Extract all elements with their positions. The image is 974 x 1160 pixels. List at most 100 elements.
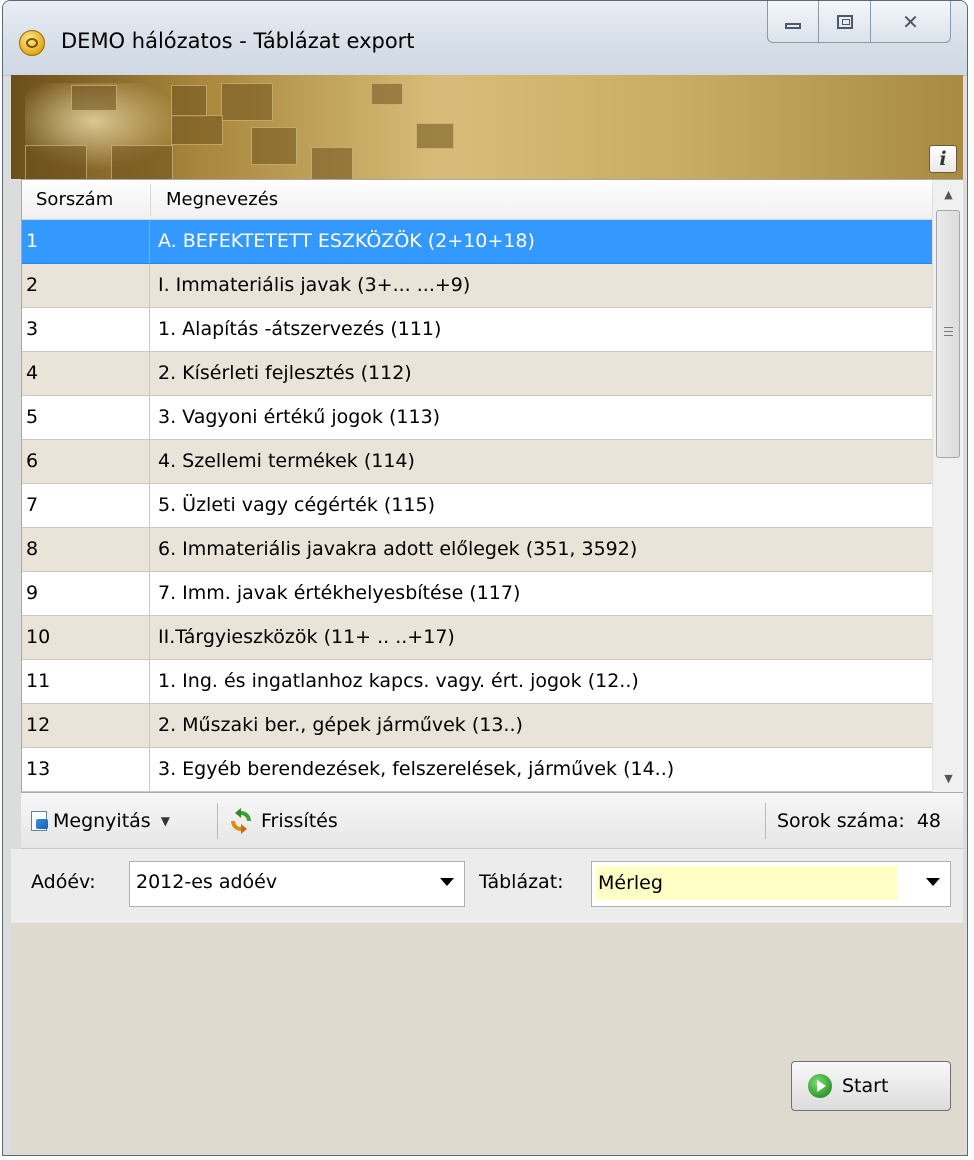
cell-sorszam: 9 bbox=[22, 572, 150, 615]
vertical-scrollbar[interactable]: ▲ ▼ bbox=[932, 180, 963, 792]
cell-sorszam: 4 bbox=[22, 352, 150, 395]
table-row[interactable]: 5 3. Vagyoni értékű jogok (113) bbox=[22, 396, 932, 440]
cell-sorszam: 12 bbox=[22, 704, 150, 747]
row-count-label: Sorok száma: bbox=[777, 810, 905, 832]
cell-megnevezes: 1. Ing. és ingatlanhoz kapcs. vagy. ért.… bbox=[158, 670, 639, 692]
minimize-icon bbox=[785, 22, 801, 29]
year-label: Adóév: bbox=[31, 871, 96, 893]
column-header-sorszam[interactable]: Sorszám bbox=[36, 180, 113, 219]
banner-tile bbox=[171, 85, 207, 117]
cell-megnevezes: 5. Üzleti vagy cégérték (115) bbox=[158, 494, 435, 516]
cell-sorszam: 11 bbox=[22, 660, 150, 703]
refresh-label: Frissítés bbox=[261, 810, 338, 832]
table-row[interactable]: 6 4. Szellemi termékek (114) bbox=[22, 440, 932, 484]
header-banner: i bbox=[11, 75, 963, 179]
banner-tile bbox=[251, 127, 297, 165]
cell-sorszam: 3 bbox=[22, 308, 150, 351]
cell-megnevezes: 1. Alapítás -átszervezés (111) bbox=[158, 318, 442, 340]
banner-tile bbox=[311, 147, 353, 179]
cell-megnevezes: 2. Műszaki ber., gépek járművek (13..) bbox=[158, 714, 523, 736]
toolbar-separator bbox=[217, 803, 218, 839]
minimize-button[interactable] bbox=[767, 1, 819, 43]
scroll-thumb[interactable] bbox=[936, 210, 960, 458]
table-row[interactable]: 1 A. BEFEKTETETT ESZKÖZÖK (2+10+18) bbox=[22, 220, 932, 264]
cell-megnevezes: 3. Vagyoni értékű jogok (113) bbox=[158, 406, 441, 428]
banner-tile bbox=[111, 145, 173, 179]
cell-megnevezes: II.Tárgyieszközök (11+ .. ..+17) bbox=[158, 626, 455, 648]
title-bar[interactable]: DEMO hálózatos - Táblázat export ✕ bbox=[3, 1, 967, 76]
column-header-megnevezes[interactable]: Megnevezés bbox=[166, 180, 278, 219]
cell-sorszam: 8 bbox=[22, 528, 150, 571]
data-grid[interactable]: Sorszám Megnevezés 1 A. BEFEKTETETT ESZKÖ… bbox=[21, 179, 963, 793]
table-label: Táblázat: bbox=[479, 871, 564, 893]
maximize-icon bbox=[836, 14, 853, 29]
banner-tile bbox=[171, 115, 223, 145]
table-row[interactable]: 4 2. Kísérleti fejlesztés (112) bbox=[22, 352, 932, 396]
play-icon bbox=[808, 1074, 832, 1098]
table-row[interactable]: 11 1. Ing. és ingatlanhoz kapcs. vagy. ér… bbox=[22, 660, 932, 704]
window-controls: ✕ bbox=[767, 1, 951, 45]
open-button[interactable]: Megnyitás ▼ bbox=[31, 793, 170, 849]
cell-sorszam: 2 bbox=[22, 264, 150, 307]
table-row[interactable]: 2 I. Immateriális javak (3+... ...+9) bbox=[22, 264, 932, 308]
scroll-grip bbox=[944, 335, 953, 336]
table-row[interactable]: 13 3. Egyéb berendezések, felszerelések, … bbox=[22, 748, 932, 792]
cell-megnevezes: A. BEFEKTETETT ESZKÖZÖK (2+10+18) bbox=[158, 230, 535, 252]
grid-header: Sorszám Megnevezés bbox=[22, 180, 932, 220]
action-panel: Start bbox=[11, 923, 963, 1155]
table-select[interactable]: Mérleg bbox=[591, 861, 951, 907]
grid-rows: 1 A. BEFEKTETETT ESZKÖZÖK (2+10+18) 2 I. Im… bbox=[22, 220, 932, 792]
cell-megnevezes: 7. Imm. javak értékhelyesbítése (117) bbox=[158, 582, 521, 604]
cell-megnevezes: 2. Kísérleti fejlesztés (112) bbox=[158, 362, 412, 384]
table-row[interactable]: 12 2. Műszaki ber., gépek járművek (13..) bbox=[22, 704, 932, 748]
chevron-down-icon bbox=[926, 878, 940, 886]
cell-sorszam: 10 bbox=[22, 616, 150, 659]
open-label: Megnyitás bbox=[53, 810, 151, 832]
refresh-icon bbox=[231, 808, 251, 834]
scroll-up-icon[interactable]: ▲ bbox=[933, 180, 963, 208]
app-window: DEMO hálózatos - Táblázat export ✕ i Sor… bbox=[2, 0, 968, 1156]
open-dropdown-icon[interactable]: ▼ bbox=[161, 814, 170, 828]
close-button[interactable]: ✕ bbox=[871, 1, 951, 43]
banner-tile bbox=[25, 145, 87, 179]
table-select-value: Mérleg bbox=[596, 866, 898, 900]
filter-bar: Adóév: 2012-es adóév Táblázat: Mérleg bbox=[11, 849, 963, 923]
table-row[interactable]: 3 1. Alapítás -átszervezés (111) bbox=[22, 308, 932, 352]
start-button[interactable]: Start bbox=[791, 1061, 951, 1111]
table-row[interactable]: 10 II.Tárgyieszközök (11+ .. ..+17) bbox=[22, 616, 932, 660]
scroll-grip bbox=[944, 331, 953, 332]
table-row[interactable]: 8 6. Immateriális javakra adott előlegek … bbox=[22, 528, 932, 572]
refresh-button[interactable]: Frissítés bbox=[227, 793, 338, 849]
maximize-button[interactable] bbox=[819, 1, 871, 43]
cell-megnevezes: 4. Szellemi termékek (114) bbox=[158, 450, 415, 472]
table-row[interactable]: 9 7. Imm. javak értékhelyesbítése (117) bbox=[22, 572, 932, 616]
close-icon: ✕ bbox=[902, 9, 919, 34]
cell-sorszam: 13 bbox=[22, 748, 150, 791]
cell-megnevezes: 6. Immateriális javakra adott előlegek (… bbox=[158, 538, 638, 560]
toolbar-separator bbox=[765, 803, 766, 839]
grid-toolbar: Megnyitás ▼ Frissítés Sorok száma: 48 bbox=[21, 793, 963, 849]
cell-megnevezes: I. Immateriális javak (3+... ...+9) bbox=[158, 274, 471, 296]
banner-tile bbox=[71, 85, 117, 111]
start-label: Start bbox=[842, 1075, 889, 1097]
cell-megnevezes: 3. Egyéb berendezések, felszerelések, já… bbox=[158, 758, 675, 780]
row-count: Sorok száma: 48 bbox=[777, 793, 941, 849]
window-title: DEMO hálózatos - Táblázat export bbox=[61, 29, 415, 53]
row-count-value: 48 bbox=[916, 810, 942, 832]
scroll-down-icon[interactable]: ▼ bbox=[933, 764, 963, 792]
banner-tile bbox=[416, 123, 454, 149]
cell-sorszam: 5 bbox=[22, 396, 150, 439]
open-document-icon bbox=[31, 811, 48, 831]
cell-sorszam: 1 bbox=[22, 220, 150, 263]
banner-tile bbox=[371, 83, 403, 105]
banner-tile bbox=[221, 83, 273, 121]
year-select[interactable]: 2012-es adóév bbox=[129, 861, 465, 907]
table-row[interactable]: 7 5. Üzleti vagy cégérték (115) bbox=[22, 484, 932, 528]
column-divider[interactable] bbox=[150, 184, 151, 216]
scroll-grip bbox=[944, 327, 953, 328]
chevron-down-icon bbox=[440, 878, 454, 886]
year-select-value: 2012-es adóév bbox=[136, 871, 278, 893]
info-icon[interactable]: i bbox=[929, 145, 957, 173]
cell-sorszam: 7 bbox=[22, 484, 150, 527]
app-logo-icon bbox=[19, 30, 45, 56]
